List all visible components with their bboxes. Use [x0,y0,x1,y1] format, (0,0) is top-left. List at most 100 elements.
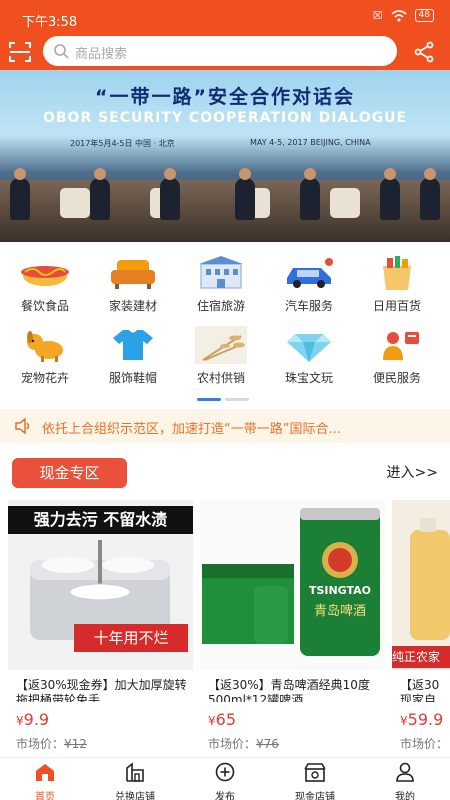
banner-subtitle: OBOR SECURITY COOPERATION DIALOGUE [42,110,408,126]
banner-chair [60,188,90,218]
product-image: 强力去污 不留水渍 十年用不烂 [8,500,193,670]
section-more-link[interactable]: 进入>> [387,462,438,482]
banner-person [10,168,30,220]
category-label: 服饰鞋帽 [108,371,157,385]
top-header: 商品搜索 [0,34,450,70]
product-card[interactable]: 强力去污 不留水渍 十年用不烂 【返30%现金券】加大加厚旋转拖把桶带轮免手..… [8,500,193,751]
oil-bottle-image [410,518,450,640]
banner-person [380,168,400,220]
category-service[interactable]: 便民服务 [352,322,442,392]
search-icon [54,44,69,59]
can-brand-text: TSINGTAO [308,584,372,597]
service-person-icon [371,326,423,364]
category-label: 住宿旅游 [196,299,245,313]
category-hotel[interactable]: 住宿旅游 [176,250,266,320]
tab-mine[interactable]: 我的 [360,758,450,800]
banner-person [90,168,110,220]
category-daily[interactable]: 日用百货 [352,250,442,320]
car-icon [283,254,335,292]
product-card[interactable]: 纯正农家 【返30现家自榨 ¥59.9 市场价： [392,500,450,751]
share-icon[interactable] [412,40,436,64]
tshirt-icon [107,326,159,364]
wifi-icon [391,9,407,21]
category-label: 便民服务 [372,371,421,385]
category-rural[interactable]: 农村供销 [176,322,266,392]
notice-bar[interactable]: 依托上合组织示范区，加速打造“一带一路”国际合... [0,409,450,443]
tab-exchange-store[interactable]: 兑换店铺 [90,758,180,800]
category-label: 家装建材 [108,299,157,313]
product-name: 【返30现家自榨 [400,678,440,702]
battery-icon: 48 [414,9,434,22]
banner-carousel[interactable]: “一带一路”安全合作对话会 OBOR SECURITY COOPERATION … [0,70,450,242]
product-name: 【返30%现金券】加大加厚旋转拖把桶带轮免手... [16,678,187,702]
tab-label: 我的 [395,792,415,800]
status-time: 下午3:58 [22,15,78,30]
banner-chair [330,188,360,218]
grocery-bag-icon [371,254,423,292]
tab-label: 兑换店铺 [115,792,155,800]
shop-icon [126,762,144,782]
banner-date-cn: 2017年5月4-5日 中国 · 北京 [70,139,175,148]
tab-home[interactable]: 首页 [0,758,90,800]
cash-store-icon [304,763,326,782]
page-dot [225,398,249,401]
category-label: 汽车服务 [284,299,333,313]
category-label: 宠物花卉 [20,371,69,385]
banner-person [420,168,440,220]
category-food[interactable]: 餐饮食品 [0,250,90,320]
tab-label: 首页 [35,792,55,800]
status-bar: 下午3:58 ☒ 48 [0,0,450,34]
category-home[interactable]: 家装建材 [88,250,178,320]
home-icon [36,764,54,781]
can-brand-cn: 青岛啤酒 [313,604,366,619]
product-card[interactable]: TSINGTAO 青岛啤酒 【返30%】青岛啤酒经典10度500ml*12罐啤酒… [200,500,385,751]
banner-person [160,168,180,220]
market-price: 市场价：¥12 [16,737,87,751]
banner-date-en: MAY 4-5, 2017 BEIJING, CHINA [250,138,371,147]
product-image-side-text: 纯正农家 [392,646,450,668]
product-name: 【返30%】青岛啤酒经典10度500ml*12罐啤酒... [208,678,370,702]
category-label: 日用百货 [372,299,421,313]
tab-label: 发布 [215,792,235,800]
search-placeholder: 商品搜索 [75,47,128,62]
page-dot-active [197,398,221,401]
section-title: 现金专区 [12,458,127,488]
page-indicator [197,398,249,401]
category-grid: 餐饮食品 家装建材 住宿旅游 汽车服务 日用百货 宠物花卉 服饰鞋帽 农村供销 … [0,250,450,390]
diamond-icon [283,326,335,364]
product-image: 纯正农家 [392,500,450,670]
search-input[interactable]: 商品搜索 [43,36,397,66]
category-jewelry[interactable]: 珠宝文玩 [264,322,354,392]
category-label: 珠宝文玩 [284,371,333,385]
category-pet[interactable]: 宠物花卉 [0,322,90,392]
market-price: 市场价： [400,737,449,751]
product-price: ¥9.9 [16,710,50,729]
category-label: 农村供销 [196,371,245,385]
product-image: TSINGTAO 青岛啤酒 [200,500,385,670]
tab-label: 现金店铺 [295,792,335,800]
dog-icon [19,326,71,364]
market-price: 市场价：¥76 [208,737,279,751]
hotdog-icon [19,254,71,292]
tab-publish[interactable]: 发布 [180,758,270,800]
category-label: 餐饮食品 [20,299,69,313]
banner-person [235,168,255,220]
product-price: ¥59.9 [400,710,444,729]
hotel-icon [195,254,247,292]
product-price: ¥65 [208,710,236,729]
sofa-icon [107,254,159,292]
tab-cash-store[interactable]: 现金店铺 [270,758,360,800]
category-clothing[interactable]: 服饰鞋帽 [88,322,178,392]
sim-icon: ☒ [372,9,383,22]
scan-icon[interactable] [8,40,32,64]
plus-circle-icon [215,762,235,782]
wheat-icon [195,326,247,364]
banner-person [300,168,320,220]
banner-title: “一带一路”安全合作对话会 [95,86,355,108]
bottom-tab-bar: 首页 兑换店铺 发布 现金店铺 我的 [0,757,450,800]
category-car[interactable]: 汽车服务 [264,250,354,320]
speaker-icon [15,418,30,434]
status-icons: ☒ 48 [373,9,434,22]
user-icon [396,762,414,782]
product-image-bottom-banner: 十年用不烂 [74,624,188,652]
